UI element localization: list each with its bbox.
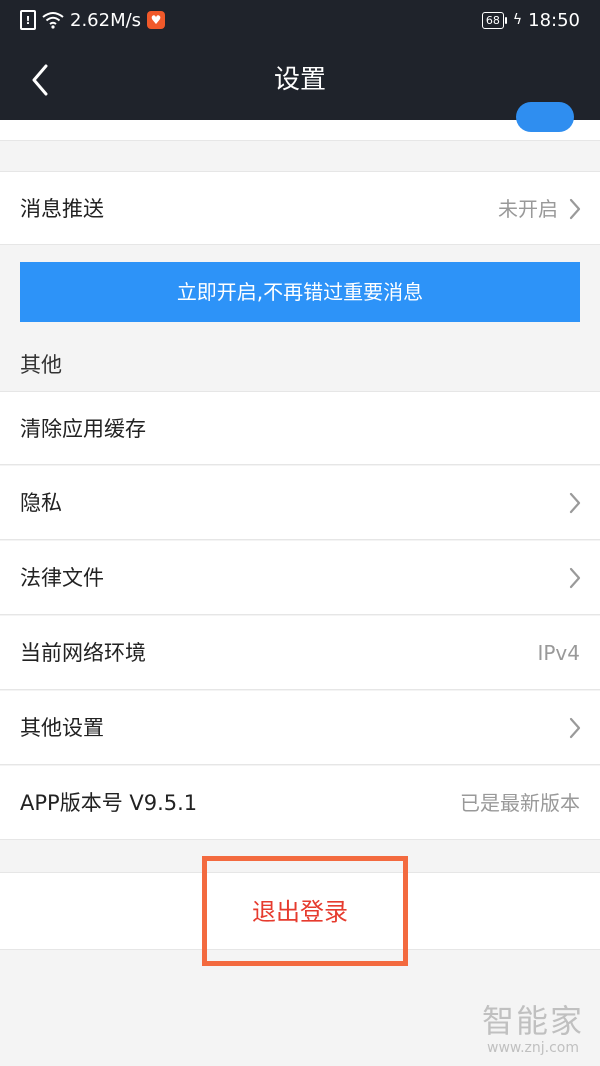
app-version-label: APP版本号 V9.5.1: [20, 791, 198, 815]
push-promo-area: 立即开启,不再错过重要消息 其他: [0, 246, 600, 391]
chevron-right-icon: [569, 567, 581, 589]
network-speed: 2.62M/s: [70, 9, 142, 31]
battery-icon: 68: [481, 11, 507, 29]
watermark: 智能家 www.znj.com: [478, 1002, 588, 1060]
partial-settings-row: [0, 102, 600, 141]
other-settings-row[interactable]: 其他设置: [0, 691, 600, 765]
message-push-status: 未开启: [498, 197, 558, 221]
legal-documents-label: 法律文件: [20, 566, 104, 590]
watermark-logo-text: 智能家: [481, 1002, 584, 1040]
chevron-left-icon: [32, 64, 48, 96]
network-environment-value: IPv4: [537, 641, 580, 665]
legal-documents-row[interactable]: 法律文件: [0, 541, 600, 615]
app-badge-icon: ♥: [147, 11, 166, 29]
charging-icon: ϟ: [512, 12, 523, 28]
message-push-label: 消息推送: [20, 197, 104, 221]
message-push-row[interactable]: 消息推送 未开启: [0, 171, 600, 245]
clear-cache-row[interactable]: 清除应用缓存: [0, 391, 600, 465]
privacy-label: 隐私: [20, 491, 62, 515]
chevron-right-icon: [569, 198, 581, 220]
logout-row[interactable]: 退出登录: [0, 856, 600, 966]
wifi-icon: [42, 12, 64, 29]
other-settings-label: 其他设置: [20, 716, 104, 740]
nav-bar: 设置: [0, 40, 600, 120]
alert-icon: !: [20, 10, 36, 30]
chevron-right-icon: [569, 717, 581, 739]
app-version-row[interactable]: APP版本号 V9.5.1 已是最新版本: [0, 766, 600, 840]
battery-level: 68: [485, 13, 500, 27]
enable-push-button[interactable]: 立即开启,不再错过重要消息: [20, 262, 580, 322]
watermark-url: www.znj.com: [487, 1040, 579, 1056]
privacy-row[interactable]: 隐私: [0, 466, 600, 540]
chevron-right-icon: [569, 492, 581, 514]
highlight-box: [202, 856, 408, 966]
status-left: ! 2.62M/s ♥: [20, 8, 166, 32]
network-environment-row[interactable]: 当前网络环境 IPv4: [0, 616, 600, 690]
page-title: 设置: [273, 65, 326, 95]
clear-cache-label: 清除应用缓存: [20, 417, 146, 441]
section-header-other: 其他: [20, 353, 62, 377]
clock: 18:50: [528, 9, 580, 31]
status-right: 68 ϟ 18:50: [481, 8, 580, 32]
app-version-status: 已是最新版本: [460, 791, 580, 815]
back-button[interactable]: [20, 60, 60, 100]
status-bar: ! 2.62M/s ♥ 68 ϟ 18:50: [0, 0, 600, 40]
network-environment-label: 当前网络环境: [20, 641, 146, 665]
toggle-switch[interactable]: [516, 102, 574, 132]
